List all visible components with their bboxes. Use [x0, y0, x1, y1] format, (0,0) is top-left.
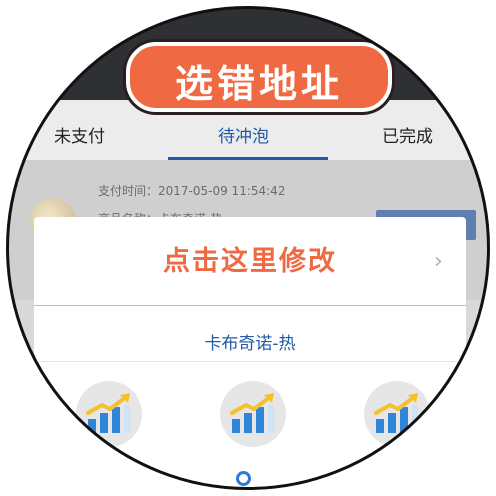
chevron-right-icon: ›: [434, 249, 443, 274]
phone-screen-circle: 未支付 待冲泡 已完成 支付时间：2017-05-09 11:54:42 商品名…: [8, 8, 488, 488]
change-address-row[interactable]: 点击这里修改 ›: [34, 217, 466, 305]
location-option-1[interactable]: [76, 381, 142, 447]
order-pay-time: 支付时间：2017-05-09 11:54:42: [98, 184, 286, 198]
chart-arrow-icon: [374, 393, 418, 433]
dialog-divider-secondary: [34, 361, 466, 362]
tab-unpaid[interactable]: 未支付: [54, 122, 105, 147]
caption-banner: 选错地址: [126, 42, 392, 112]
chart-arrow-icon: [230, 393, 274, 433]
chart-arrow-icon: [86, 393, 130, 433]
dialog-product-name: 卡布奇诺-热: [204, 334, 296, 354]
address-dialog: 点击这里修改 › 卡布奇诺-热: [34, 217, 466, 488]
caption-text: 选错地址: [174, 62, 343, 106]
tab-to-brew[interactable]: 待冲泡: [218, 122, 269, 147]
tab-completed[interactable]: 已完成: [382, 122, 433, 147]
location-option-2[interactable]: [220, 381, 286, 447]
page-indicator-dot: [236, 471, 251, 486]
location-option-3[interactable]: [364, 381, 430, 447]
dialog-title: 点击这里修改: [163, 246, 337, 277]
dialog-divider: [34, 305, 466, 306]
